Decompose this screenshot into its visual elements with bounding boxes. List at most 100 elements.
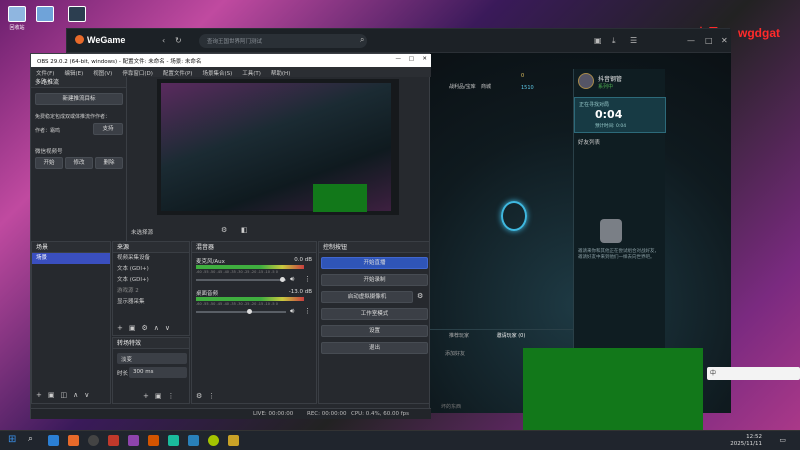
clock[interactable]: 12:52 2025/11/11 <box>730 434 762 448</box>
tab-recommend[interactable]: 推荐玩家 <box>449 333 469 339</box>
minimize-icon[interactable]: — <box>687 36 695 45</box>
nav-store[interactable]: 商城 <box>481 83 491 90</box>
ime-toolbar[interactable]: 中 <box>707 367 800 380</box>
add-friend-link[interactable]: 添加好友 <box>445 350 465 357</box>
add-stream-target-button[interactable]: 新建推流目标 <box>35 93 123 105</box>
channel-edit-button[interactable]: 修改 <box>65 157 93 169</box>
channel-delete-button[interactable]: 删除 <box>95 157 123 169</box>
speaker-icon[interactable]: 🔊︎ <box>290 275 294 284</box>
gear-icon[interactable]: ⚙ <box>221 226 227 234</box>
virtual-camera-button[interactable]: 启动虚拟摄像机 <box>321 291 413 303</box>
desktop-icon-recycle-bin[interactable]: 回收站 <box>6 6 28 34</box>
filter-icon[interactable]: ◧ <box>241 226 248 234</box>
taskbar-app-icon[interactable] <box>48 435 59 446</box>
obs-titlebar: OBS 29.0.2 (64-bit, windows) - 配置文件: 未命名… <box>31 54 431 67</box>
search-icon[interactable]: ⌕ <box>28 434 33 444</box>
back-icon[interactable]: ‹ <box>162 36 165 45</box>
mic-db: 0.0 dB <box>294 257 312 263</box>
obs-statusbar: LIVE: 00:00:00 REC: 00:00:00 CPU: 0.4%, … <box>31 408 431 419</box>
menu-tools[interactable]: 工具(T) <box>237 67 266 79</box>
taskbar-wegame-icon[interactable] <box>68 435 79 446</box>
wegame-search-input[interactable]: 查询王国世界阿门测试 <box>199 34 367 48</box>
scene-item[interactable]: 场景 <box>32 253 110 264</box>
download-icon[interactable]: ⤓ <box>612 36 616 46</box>
channel-start-button[interactable]: 开始 <box>35 157 63 169</box>
start-stream-button[interactable]: 开始直播 <box>321 257 428 269</box>
taskbar-app-icon[interactable] <box>228 435 239 446</box>
more-icon[interactable]: ⋮ <box>304 307 311 315</box>
scene-toolbar[interactable]: +▣◫∧∨ <box>36 391 95 399</box>
source-item[interactable]: 显示器采集 <box>113 297 189 308</box>
source-item[interactable]: 文本 (GDI+) <box>113 264 189 275</box>
lobby-tabs: 推荐玩家 邀请玩家 (0) <box>429 329 579 341</box>
taskbar-app-icon[interactable] <box>148 435 159 446</box>
maximize-icon[interactable]: □ <box>409 56 414 62</box>
clock-time: 12:52 <box>746 434 762 440</box>
queue-panel[interactable]: 正在寻找对局 0:04 预计时间: 0:04 <box>574 97 666 133</box>
source-item[interactable]: 游戏源 2 <box>113 286 189 297</box>
source-toolbar[interactable]: +▣⚙∧∨ <box>117 324 176 332</box>
settings-button[interactable]: 设置 <box>321 325 428 337</box>
tab-invite[interactable]: 邀请玩家 (0) <box>497 333 526 339</box>
exit-button[interactable]: 退出 <box>321 342 428 354</box>
gear-icon[interactable]: ⚙ <box>417 292 423 300</box>
desktop-volume-knob[interactable] <box>247 309 252 314</box>
message-icon[interactable]: ▣ <box>594 36 602 45</box>
transition-select[interactable]: 淡变 <box>117 353 187 364</box>
ime-mode[interactable]: 中 <box>710 370 716 377</box>
notification-icon[interactable]: ▭ <box>779 436 786 444</box>
obs-title-text: OBS 29.0.2 (64-bit, windows) - 配置文件: 未命名… <box>37 59 202 65</box>
maximize-icon[interactable]: □ <box>705 36 713 45</box>
source-item[interactable]: 文本 (GDI+) <box>113 275 189 286</box>
menu-profile[interactable]: 配置文件(P) <box>158 67 198 79</box>
menu-scene-collection[interactable]: 场景集合(S) <box>197 67 237 79</box>
duration-input[interactable]: 300 ms <box>129 367 187 378</box>
mic-meter-ticks: -60 -55 -50 -45 -40 -35 -30 -25 -20 -15 … <box>196 270 278 274</box>
taskbar-obs-icon[interactable] <box>88 435 99 446</box>
transition-toolbar[interactable]: +▣⋮ <box>143 392 180 400</box>
live-status: LIVE: 00:00:00 <box>253 411 294 417</box>
close-icon[interactable]: ✕ <box>422 56 427 62</box>
mic-volume-slider[interactable] <box>196 279 286 281</box>
nav-loot[interactable]: 战利品/宝库 <box>449 83 476 90</box>
obs-window: OBS 29.0.2 (64-bit, windows) - 配置文件: 未命名… <box>30 53 431 419</box>
studio-mode-button[interactable]: 工作室模式 <box>321 308 428 320</box>
source-item[interactable]: 视频采集设备 <box>113 253 189 264</box>
sources-dock: 来源 视频采集设备 文本 (GDI+) 文本 (GDI+) 游戏源 2 显示器采… <box>112 241 190 336</box>
desktop-audio-name: 桌面音频 <box>196 291 219 297</box>
wegame-logo-icon <box>75 35 84 44</box>
taskbar-app-icon[interactable] <box>128 435 139 446</box>
taskbar-app-icon[interactable] <box>168 435 179 446</box>
start-record-button[interactable]: 开始录制 <box>321 274 428 286</box>
taskbar-app-icon[interactable] <box>208 435 219 446</box>
menu-help[interactable]: 帮助(H) <box>266 67 295 79</box>
duration-label: 时长 <box>117 371 129 377</box>
controls-header: 控制按钮 <box>319 242 429 253</box>
close-icon[interactable]: ✕ <box>721 36 728 45</box>
settings-icon[interactable]: ☰ <box>630 36 637 45</box>
search-icon[interactable]: ⌕ <box>360 35 364 45</box>
mixer-toolbar[interactable]: ⚙⋮ <box>196 392 221 400</box>
clock-date: 2025/11/11 <box>730 441 762 447</box>
friends-empty-message: 邀请来你和其他正在尝试组合对战好友，邀请好友中来到他们一样去向世界吧。 <box>578 249 659 260</box>
plugin-note: 免费稳定包成双或体推流作作者： <box>35 114 111 120</box>
mixer-dock: 混音器 麦克风/Aux 0.0 dB -60 -55 -50 -45 -40 -… <box>191 241 317 404</box>
mic-meter <box>196 265 304 269</box>
minimize-icon[interactable]: — <box>396 56 402 62</box>
wegame-topbar: WeGame ‹ ↻ 查询王国世界阿门测试 ⌕ ▣ ⤓ ☰ — □ ✕ <box>67 29 731 53</box>
desktop-icon-computer[interactable] <box>34 6 56 34</box>
avatar[interactable] <box>578 73 594 89</box>
taskbar-app-icon[interactable] <box>108 435 119 446</box>
more-icon[interactable]: ⋮ <box>304 275 311 283</box>
windows-start-icon[interactable]: ⊞ <box>8 434 16 445</box>
preview-canvas[interactable] <box>157 79 399 215</box>
refresh-icon[interactable]: ↻ <box>175 36 182 45</box>
desktop-volume-slider[interactable] <box>196 311 286 313</box>
queue-ring-left <box>501 201 527 231</box>
wegame-logo-text: WeGame <box>87 35 126 45</box>
mic-volume-knob[interactable] <box>280 277 285 282</box>
author-label: 作者：霜鸣 <box>35 128 61 134</box>
speaker-icon[interactable]: 🔊︎ <box>290 307 294 316</box>
taskbar-app-icon[interactable] <box>188 435 199 446</box>
support-button[interactable]: 支持 <box>93 123 123 135</box>
